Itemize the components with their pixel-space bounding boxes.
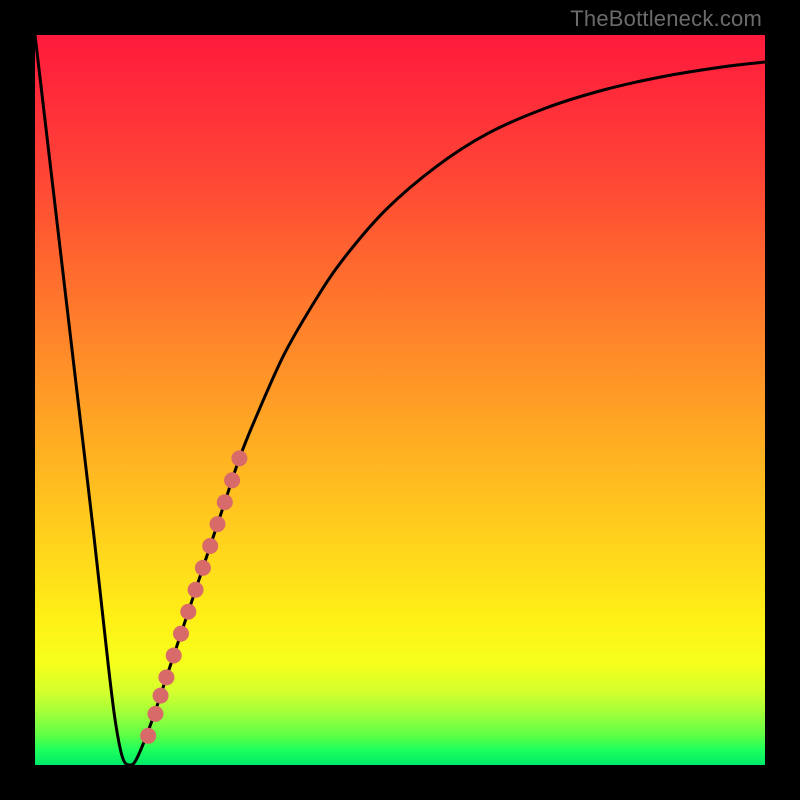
marker-group <box>140 450 247 743</box>
curve-marker <box>140 728 156 744</box>
curve-marker <box>147 706 163 722</box>
curve-marker <box>231 450 247 466</box>
curve-marker <box>188 582 204 598</box>
curve-marker <box>153 688 169 704</box>
curve-marker <box>180 604 196 620</box>
curve-marker <box>158 669 174 685</box>
bottleneck-curve-path <box>35 35 765 765</box>
curve-marker <box>173 626 189 642</box>
curve-marker <box>195 560 211 576</box>
chart-frame: TheBottleneck.com <box>0 0 800 800</box>
plot-area <box>35 35 765 765</box>
curve-marker <box>224 472 240 488</box>
curve-marker <box>210 516 226 532</box>
curve-marker <box>217 494 233 510</box>
curve-marker <box>202 538 218 554</box>
attribution-text: TheBottleneck.com <box>570 6 762 32</box>
curve-svg <box>35 35 765 765</box>
curve-marker <box>166 648 182 664</box>
